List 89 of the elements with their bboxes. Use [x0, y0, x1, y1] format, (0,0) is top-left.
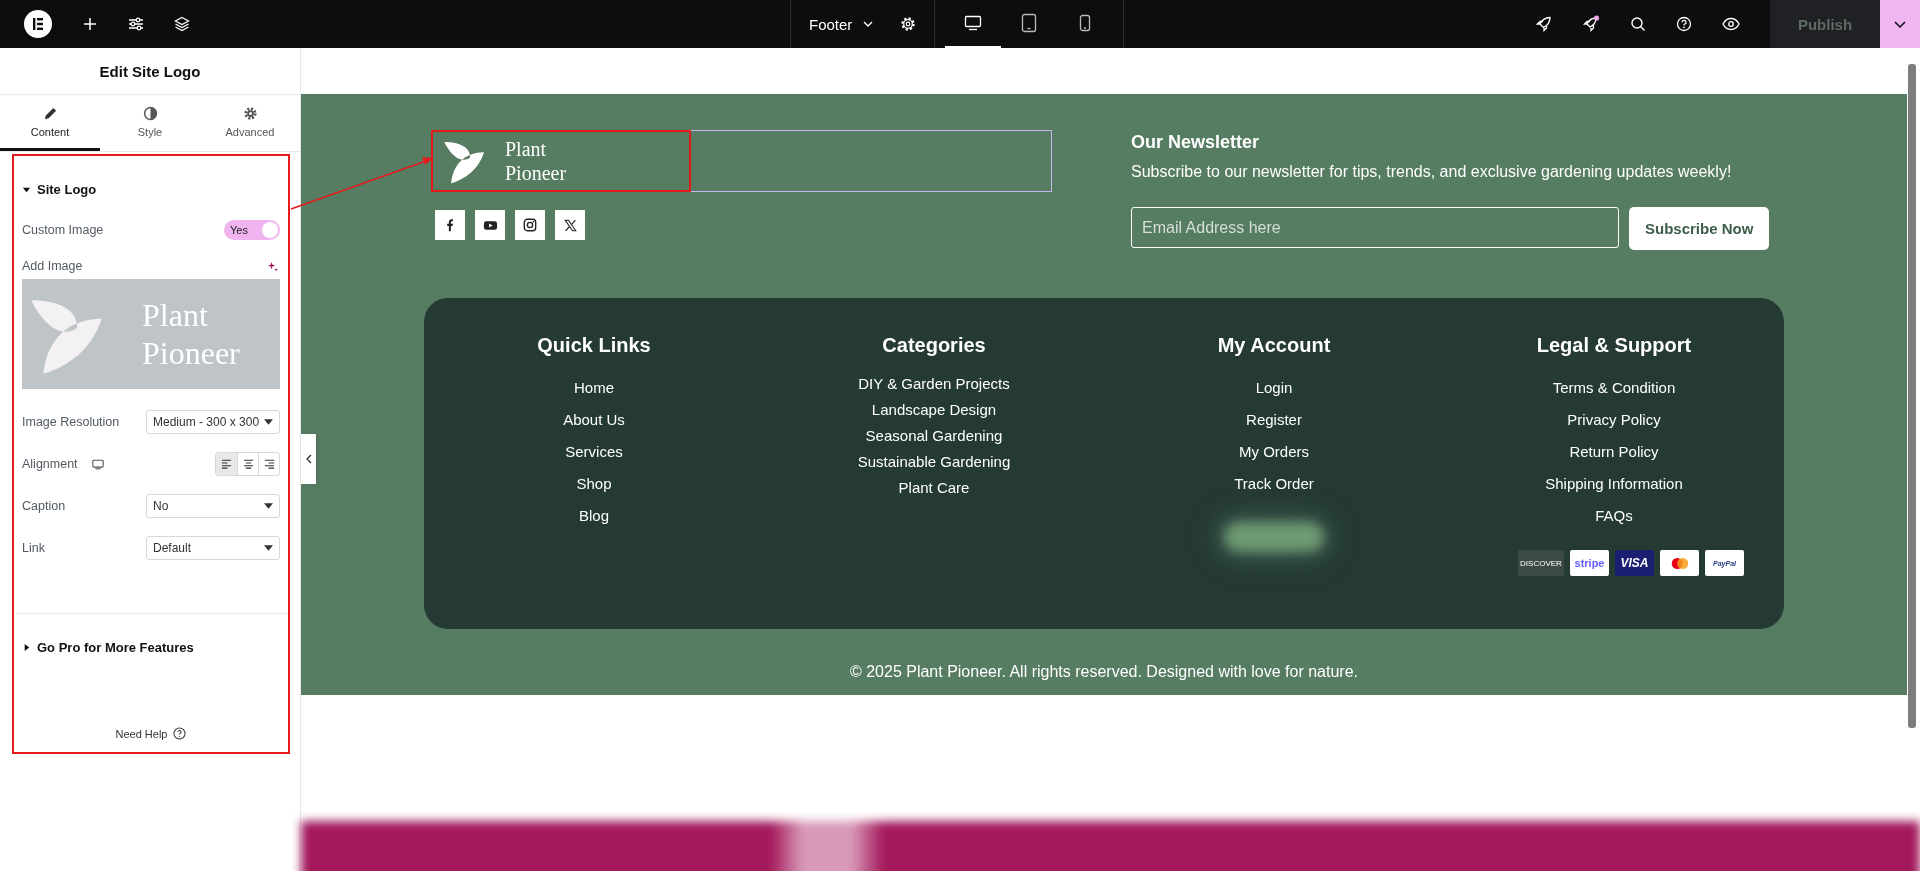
- logo-text: Plant: [142, 295, 209, 334]
- plus-icon[interactable]: [82, 16, 98, 32]
- youtube-icon[interactable]: [475, 210, 505, 240]
- newsletter-title: Our Newsletter: [1131, 132, 1261, 153]
- logo-text: Pioneer: [505, 161, 567, 185]
- footer-link[interactable]: About Us: [563, 411, 625, 428]
- column-heading: Quick Links: [537, 334, 651, 357]
- mobile-icon: [1079, 14, 1092, 32]
- footer-link[interactable]: Terms & Condition: [1552, 379, 1676, 396]
- desktop-icon: [964, 15, 983, 31]
- desktop-icon[interactable]: [91, 458, 104, 470]
- footer-link[interactable]: Shop: [576, 475, 612, 492]
- column-heading: My Account: [1217, 334, 1331, 357]
- payment-logo: DISCOVER: [1518, 550, 1564, 576]
- footer-link[interactable]: Home: [574, 379, 614, 396]
- preview-eye-icon[interactable]: [1722, 17, 1740, 31]
- gear-icon: [242, 105, 258, 121]
- footer-link[interactable]: My Orders: [1239, 443, 1309, 460]
- footer-link[interactable]: Return Policy: [1569, 443, 1659, 460]
- column-heading: Categories: [882, 334, 986, 357]
- section-header[interactable]: Site Logo: [22, 182, 97, 197]
- align-lines-icon: [221, 459, 232, 469]
- caret-icon: [264, 545, 273, 551]
- panel-tab[interactable]: Advanced: [200, 95, 300, 151]
- footer-link[interactable]: Blog: [578, 507, 609, 524]
- align-lines-icon: [242, 459, 254, 469]
- copyright-text: © 2025 Plant Pioneer. All rights reserved. Designed with love for nature.: [848, 663, 1360, 681]
- x-icon[interactable]: [555, 210, 585, 240]
- logo-icon[interactable]: [24, 10, 52, 38]
- subscribe-button[interactable]: Subscribe Now: [1629, 207, 1770, 250]
- field-label: Link: [22, 541, 45, 555]
- column-heading: Legal & Support: [1536, 334, 1692, 357]
- footer-link[interactable]: Sustainable Gardening: [857, 453, 1011, 470]
- caret-icon: [264, 419, 273, 425]
- pencil-icon: [42, 105, 58, 121]
- instagram-icon[interactable]: [515, 210, 545, 240]
- email-input[interactable]: Email Address here: [1131, 207, 1619, 248]
- sliders-icon[interactable]: [128, 16, 144, 32]
- scrollbar[interactable]: [1908, 64, 1916, 728]
- panel-tab[interactable]: Content: [0, 95, 100, 151]
- field-label: Custom Image: [22, 223, 104, 237]
- field-label: Image Resolution: [22, 415, 120, 429]
- help-icon[interactable]: [1676, 16, 1692, 32]
- toggle-switch[interactable]: Yes: [224, 220, 280, 240]
- help-link[interactable]: Need Help: [115, 727, 187, 740]
- field-label: Caption: [22, 499, 66, 513]
- footer-link[interactable]: Track Order: [1234, 475, 1314, 492]
- caret-icon: [22, 185, 31, 194]
- align-left-button[interactable]: [216, 453, 237, 475]
- sparkle-icon[interactable]: [267, 260, 278, 272]
- select-dropdown[interactable]: Default: [146, 536, 280, 560]
- payment-logo: VISA: [1615, 550, 1654, 576]
- logo-text: Plant: [505, 137, 548, 161]
- field-label: Alignment: [22, 457, 78, 471]
- footer-link[interactable]: Privacy Policy: [1567, 411, 1661, 428]
- panel-tab[interactable]: Style: [100, 95, 200, 151]
- facebook-icon[interactable]: [435, 210, 465, 240]
- footer-link[interactable]: Shipping Information: [1545, 475, 1683, 492]
- footer-link[interactable]: DIY & Garden Projects: [858, 375, 1010, 392]
- field-label: Add Image: [22, 259, 83, 273]
- rocket-icon[interactable]: [1536, 16, 1552, 32]
- footer-link[interactable]: Landscape Design: [871, 401, 997, 418]
- caret-icon: [22, 643, 31, 652]
- align-lines-icon: [263, 459, 275, 469]
- help-icon: [173, 727, 187, 740]
- panel-title: Edit Site Logo: [0, 48, 300, 95]
- footer-link[interactable]: Plant Care: [898, 479, 970, 496]
- card-logo-icon: [1660, 550, 1699, 576]
- half-circle-icon: [142, 105, 158, 121]
- footer-link[interactable]: Seasonal Gardening: [865, 427, 1003, 444]
- payment-logo: stripe: [1570, 550, 1609, 576]
- notification-icon[interactable]: [1582, 15, 1600, 33]
- search-icon[interactable]: [1630, 16, 1646, 32]
- site-logo[interactable]: Plant Pioneer: [433, 131, 567, 191]
- newsletter-text: Subscribe to our newsletter for tips, trends, and exclusive gardening updates weekly!: [1131, 163, 1733, 181]
- select-dropdown[interactable]: Medium - 300 x 300: [146, 410, 280, 434]
- settings-icon[interactable]: [900, 16, 917, 32]
- align-right-button[interactable]: [258, 453, 279, 475]
- footer-link[interactable]: Login: [1255, 379, 1293, 396]
- tablet-icon: [1021, 13, 1038, 33]
- section-header[interactable]: Go Pro for More Features: [22, 640, 194, 655]
- footer-link[interactable]: Register: [1246, 411, 1302, 428]
- chevron-left-icon: [305, 454, 312, 464]
- caret-icon: [264, 503, 273, 509]
- logo-text: Pioneer: [142, 334, 240, 373]
- footer-link[interactable]: FAQs: [1595, 507, 1633, 524]
- footer-link[interactable]: Services: [565, 443, 623, 460]
- select-dropdown[interactable]: No: [146, 494, 280, 518]
- layers-icon[interactable]: [174, 16, 190, 32]
